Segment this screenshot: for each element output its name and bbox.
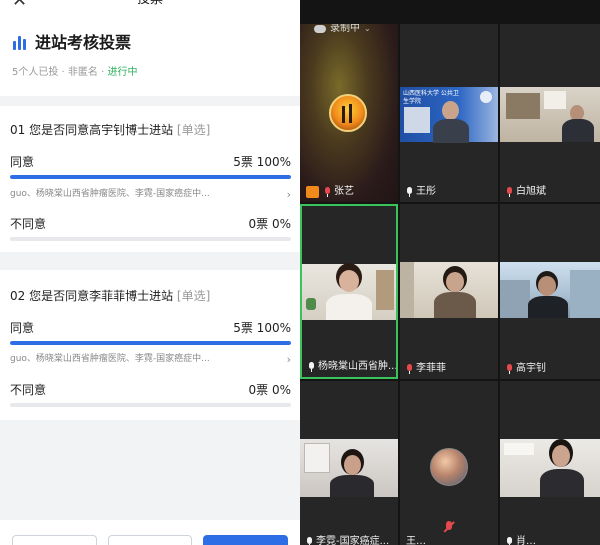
video-feed: 山西医科大学 公共卫生学院 xyxy=(400,87,498,143)
voter-list[interactable]: guo、杨晓棠山西省肿瘤医院、李霓-国家癌症中... › xyxy=(10,353,291,366)
bottom-action-bar xyxy=(0,520,300,545)
mic-muted-icon xyxy=(506,187,513,197)
participant-tile[interactable]: 高宇钊 xyxy=(500,204,600,379)
question-type: [单选] xyxy=(176,289,211,303)
mic-muted-icon xyxy=(406,364,413,374)
status-badge: 进行中 xyxy=(107,67,138,78)
vote-panel: ✕ 投票 进站考核投票 5个人已投 · 非匿名 · 进行中 01 您是否同意高宇… xyxy=(0,0,300,545)
avatar xyxy=(329,94,367,132)
bar-chart-icon xyxy=(13,36,27,50)
participant-tile[interactable]: 肖… xyxy=(500,381,600,545)
option-progress xyxy=(10,237,291,241)
nav-title: 投票 xyxy=(0,0,300,8)
participant-name: 高宇钊 xyxy=(506,362,546,376)
option-progress-fill xyxy=(10,341,291,345)
participant-tile[interactable]: 李菲菲 xyxy=(400,204,498,379)
option-result: 5票 100% xyxy=(233,155,291,169)
mic-muted-icon xyxy=(506,364,513,374)
mic-off-icon xyxy=(442,520,456,534)
mic-muted-icon xyxy=(324,187,331,197)
option-label: 同意 xyxy=(10,155,35,169)
option-label: 同意 xyxy=(10,321,35,335)
video-feed xyxy=(500,87,600,142)
participant-name: 白旭斌 xyxy=(506,185,546,199)
question-title: 02 您是否同意李菲菲博士进站 [单选] xyxy=(10,289,211,303)
option-progress xyxy=(10,341,291,345)
option-label: 不同意 xyxy=(10,383,47,397)
participant-tile[interactable]: 山西医科大学 公共卫生学院 王彤 xyxy=(400,24,498,202)
option-progress xyxy=(10,175,291,179)
vote-title: 进站考核投票 xyxy=(35,33,132,52)
participant-tile[interactable]: 王… xyxy=(400,381,498,545)
video-feed xyxy=(400,262,498,318)
video-feed xyxy=(300,439,398,497)
option-progress xyxy=(10,403,291,407)
participant-tile[interactable]: 录制中 ⌄ 张艺 xyxy=(300,24,398,202)
primary-button[interactable] xyxy=(203,535,288,545)
option-result: 0票 0% xyxy=(248,383,292,397)
cloud-icon xyxy=(314,25,326,33)
video-grid: 录制中 ⌄ 张艺 山西医科大学 公共卫生学院 王彤 白旭斌 杨晓棠山西省肿...… xyxy=(300,0,600,545)
option-label: 不同意 xyxy=(10,217,47,231)
option-result: 5票 100% xyxy=(233,321,291,335)
vote-meta: 5个人已投 · 非匿名 · 进行中 xyxy=(12,67,138,78)
video-feed xyxy=(500,439,600,497)
secondary-button[interactable] xyxy=(12,535,97,545)
mic-icon xyxy=(406,187,413,197)
voter-list[interactable]: guo、杨晓棠山西省肿瘤医院、李霓-国家癌症中... › xyxy=(10,188,291,201)
participant-name: 李菲菲 xyxy=(406,362,446,376)
option-progress-fill xyxy=(10,175,291,179)
participant-tile[interactable]: 李霓-国家癌症... xyxy=(300,381,398,545)
avatar xyxy=(430,448,468,486)
chevron-right-icon: › xyxy=(286,353,291,366)
question-type: [单选] xyxy=(176,123,211,137)
option-result: 0票 0% xyxy=(248,217,292,231)
participant-name: 李霓-国家癌症... xyxy=(306,535,389,545)
participant-name: 王彤 xyxy=(406,185,436,199)
recording-indicator[interactable]: 录制中 ⌄ xyxy=(314,24,371,36)
host-icon xyxy=(306,186,319,198)
participant-name: 杨晓棠山西省肿... xyxy=(308,360,396,374)
vote-header: ✕ 投票 进站考核投票 5个人已投 · 非匿名 · 进行中 xyxy=(0,0,300,96)
mic-icon xyxy=(506,537,513,545)
logo xyxy=(480,91,492,103)
participant-name: 肖… xyxy=(506,535,536,545)
question-title: 01 您是否同意高宇钊博士进站 [单选] xyxy=(10,123,211,137)
video-feed xyxy=(302,264,396,320)
voter-count: 5个人已投 xyxy=(12,67,59,78)
chevron-right-icon: › xyxy=(286,188,291,201)
building-image xyxy=(404,107,430,133)
question-card: 02 您是否同意李菲菲博士进站 [单选] 同意 5票 100% guo、杨晓棠山… xyxy=(0,270,300,420)
participant-tile-active[interactable]: 杨晓棠山西省肿... xyxy=(300,204,398,379)
mic-icon xyxy=(308,362,315,372)
participant-tile[interactable]: 白旭斌 xyxy=(500,24,600,202)
participant-name: 王… xyxy=(406,536,426,545)
chevron-down-icon: ⌄ xyxy=(364,24,371,33)
participant-name: 张艺 xyxy=(306,185,354,199)
mic-icon xyxy=(306,537,313,545)
secondary-button[interactable] xyxy=(108,535,192,545)
anonymity-label: 非匿名 xyxy=(67,67,98,78)
video-feed xyxy=(500,262,600,318)
question-card: 01 您是否同意高宇钊博士进站 [单选] 同意 5票 100% guo、杨晓棠山… xyxy=(0,106,300,252)
